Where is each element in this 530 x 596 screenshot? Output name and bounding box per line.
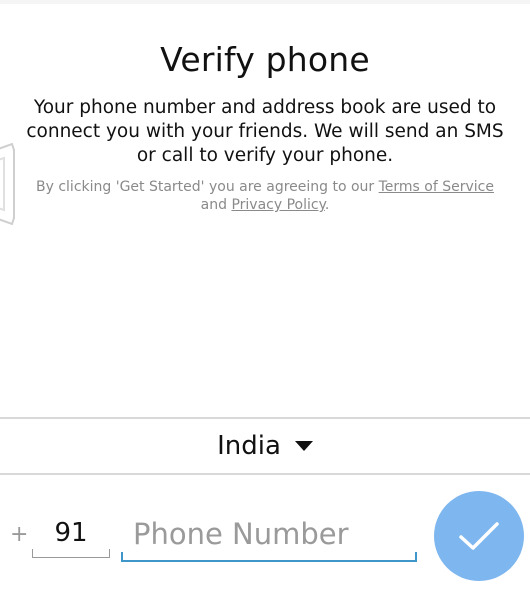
country-code-underline [32,549,110,558]
checkmark-icon [459,522,499,550]
country-code-field[interactable]: 91 [32,512,110,558]
status-strip [0,0,530,4]
verify-phone-screen: Verify phone Your phone number and addre… [0,0,530,596]
privacy-policy-link[interactable]: Privacy Policy [231,197,324,213]
plus-sign: + [10,522,29,547]
phone-number-underline [121,552,417,562]
description-text: Your phone number and address book are u… [26,97,504,166]
side-shield-icon [0,142,15,226]
terms-prefix: By clicking 'Get Started' you are agreei… [36,179,379,195]
phone-number-input[interactable] [133,514,409,554]
country-selector[interactable]: India [0,419,530,473]
terms-of-service-link[interactable]: Terms of Service [379,179,494,195]
divider-bottom [0,473,530,475]
caret-down-icon [294,441,313,451]
phone-number-field[interactable] [121,510,417,562]
submit-button[interactable] [434,491,524,581]
country-name: India [217,431,281,461]
terms-suffix: . [324,197,330,213]
page-title: Verify phone [160,40,370,79]
country-code-value: 91 [54,518,88,548]
terms-notice: By clicking 'Get Started' you are agreei… [20,178,510,214]
terms-and: and [200,197,232,213]
